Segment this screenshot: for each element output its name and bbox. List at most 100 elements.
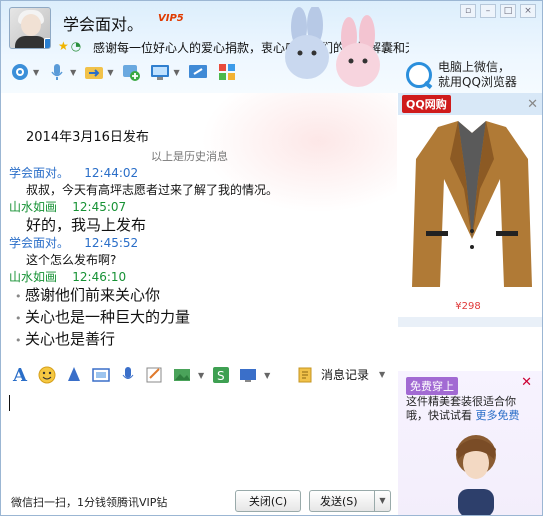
- chevron-down-icon[interactable]: ▼: [198, 371, 204, 380]
- ad-price[interactable]: ¥298: [398, 301, 538, 312]
- history-icon: [298, 367, 312, 382]
- apps-button[interactable]: [216, 61, 238, 83]
- send-file-icon[interactable]: S: [210, 364, 232, 386]
- remote-assistance-button[interactable]: ▼: [149, 61, 180, 83]
- top-toolbar: ▼ ▼ ▼ ▼: [9, 61, 245, 83]
- avatar-body: [15, 36, 47, 48]
- message: 山水如画 12:45:07 好的，我马上发布: [9, 199, 389, 235]
- bunny-decoration: [285, 7, 380, 87]
- chevron-down-icon[interactable]: ▼: [379, 370, 385, 379]
- message-text: 这个怎么发布啊?: [26, 253, 117, 267]
- message-text: 好的，我马上发布: [26, 216, 147, 234]
- close-icon[interactable]: ✕: [527, 97, 538, 112]
- screen-capture-icon[interactable]: [237, 364, 259, 386]
- add-contact-icon: [120, 61, 142, 83]
- maximize-icon[interactable]: □: [500, 4, 516, 18]
- chevron-down-icon[interactable]: ▼: [107, 68, 113, 77]
- sender-name[interactable]: 山水如画: [9, 200, 57, 214]
- chat-history[interactable]: 2014年3月16日发布 以上是历史消息 学会面对。 12:44:02 叔叔，今…: [1, 93, 397, 361]
- video-call-button[interactable]: ▼: [9, 61, 39, 83]
- send-label: 发送(S): [320, 495, 358, 508]
- sender-name[interactable]: 学会面对。: [9, 236, 69, 250]
- text-caret: [9, 395, 10, 411]
- history-separator: 以上是历史消息: [151, 150, 228, 163]
- voice-call-button[interactable]: ▼: [46, 61, 76, 83]
- ad-description: 这件精美套装很适合你哦，快试试看 更多免费: [406, 395, 534, 423]
- editor-toolbar: A ▼ S ▼ 消息记录 ▼: [1, 361, 397, 389]
- camera-icon: [9, 61, 31, 83]
- vip-badge[interactable]: VIP5: [158, 13, 184, 24]
- microphone-icon: [46, 61, 68, 83]
- message-text: 关心也是一种巨大的力量: [9, 307, 389, 329]
- message-text: 关心也是善行: [9, 329, 389, 351]
- try-on-ad[interactable]: 免费穿上 ✕ 这件精美套装很适合你哦，快试试看 更多免费: [398, 371, 542, 516]
- file-transfer-button[interactable]: ▼: [83, 61, 113, 83]
- wechat-promo-text[interactable]: 微信扫一扫，1分钱领腾讯VIP钻: [11, 494, 167, 510]
- model-image[interactable]: [444, 429, 508, 516]
- message-header: 山水如画 12:46:10: [9, 269, 389, 285]
- avatar-face: [21, 14, 41, 36]
- close-icon[interactable]: ✕: [521, 375, 532, 390]
- clock-icon[interactable]: ◔: [71, 39, 81, 53]
- more-free-link[interactable]: 更多免费: [476, 409, 520, 422]
- doodle-icon[interactable]: [144, 364, 166, 386]
- promo-line-2: 就用QQ浏览器: [438, 75, 517, 89]
- skin-icon[interactable]: ▫: [460, 4, 476, 18]
- send-button[interactable]: 发送(S) ▼: [309, 490, 391, 512]
- svg-text:S: S: [217, 369, 225, 383]
- sidebar-divider: [398, 317, 542, 327]
- avatar[interactable]: [9, 7, 51, 49]
- message-time: 12:45:07: [72, 200, 127, 214]
- star-icon[interactable]: ★: [58, 39, 69, 53]
- chevron-down-icon[interactable]: ▼: [173, 68, 179, 77]
- message-header: 山水如画 12:45:07: [9, 199, 389, 215]
- message-history-button[interactable]: 消息记录 ▼: [297, 366, 385, 383]
- emoji-icon[interactable]: [36, 364, 58, 386]
- ad-brand[interactable]: QQ网购: [402, 95, 451, 113]
- promo-text: 电脑上微信， 就用QQ浏览器: [438, 60, 517, 90]
- message-text: 叔叔，今天有高坪志愿者过来了解了我的情况。: [26, 183, 279, 197]
- app-grid-icon: [216, 61, 238, 83]
- message-text: 感谢他们前来关心你: [9, 285, 389, 307]
- jacket-image[interactable]: [408, 119, 536, 291]
- chevron-down-icon[interactable]: ▼: [33, 68, 39, 77]
- close-icon[interactable]: ×: [520, 4, 536, 18]
- message-header: 学会面对。 12:44:02: [9, 165, 389, 181]
- close-button[interactable]: 关闭(C): [235, 490, 301, 512]
- shopping-ad[interactable]: QQ网购 ✕ ¥298: [398, 93, 542, 325]
- message-time: 12:45:52: [84, 236, 139, 250]
- font-icon[interactable]: A: [9, 364, 31, 386]
- sender-name[interactable]: 山水如画: [9, 270, 57, 284]
- message-time: 12:44:02: [84, 166, 139, 180]
- voice-message-icon[interactable]: [117, 364, 139, 386]
- chat-header: 学会面对。 VIP5 ★ ◔ 感谢每一位好心人的爱心捐款，衷心感谢你们的慷慨解囊…: [1, 1, 542, 93]
- screenshot-icon[interactable]: [90, 364, 112, 386]
- ad-badge[interactable]: 免费穿上: [406, 377, 458, 395]
- share-screen-button[interactable]: [187, 61, 209, 83]
- qq-chat-window: 学会面对。 VIP5 ★ ◔ 感谢每一位好心人的爱心捐款，衷心感谢你们的慷慨解囊…: [0, 0, 543, 516]
- create-group-button[interactable]: [120, 61, 142, 83]
- chevron-down-icon[interactable]: ▼: [374, 491, 390, 511]
- sender-name[interactable]: 学会面对。: [9, 166, 69, 180]
- window-controls: ▫ – □ ×: [460, 4, 536, 18]
- mobile-online-icon: [44, 38, 50, 48]
- ad-header: QQ网购 ✕: [398, 93, 542, 115]
- history-date: 2014年3月16日发布: [26, 130, 149, 145]
- message-header: 学会面对。 12:45:52: [9, 235, 389, 251]
- message-history-label: 消息记录: [321, 368, 370, 382]
- message: 山水如画 12:46:10 感谢他们前来关心你 关心也是一种巨大的力量 关心也是…: [9, 269, 389, 351]
- message-input[interactable]: [7, 391, 395, 479]
- remote-desktop-icon: [149, 61, 171, 83]
- promo-line-1: 电脑上微信，: [438, 60, 511, 74]
- qq-browser-icon: [406, 62, 432, 88]
- minimize-icon[interactable]: –: [480, 4, 496, 18]
- browser-promo[interactable]: 电脑上微信， 就用QQ浏览器: [406, 57, 536, 93]
- status-icons: ★ ◔: [58, 39, 81, 53]
- chevron-down-icon[interactable]: ▼: [264, 371, 270, 380]
- message-time: 12:46:10: [72, 270, 127, 284]
- magic-emoji-icon[interactable]: [63, 364, 85, 386]
- message: 学会面对。 12:45:52 这个怎么发布啊?: [9, 235, 389, 269]
- chevron-down-icon[interactable]: ▼: [70, 68, 76, 77]
- contact-name[interactable]: 学会面对。: [63, 11, 143, 35]
- image-icon[interactable]: [171, 364, 193, 386]
